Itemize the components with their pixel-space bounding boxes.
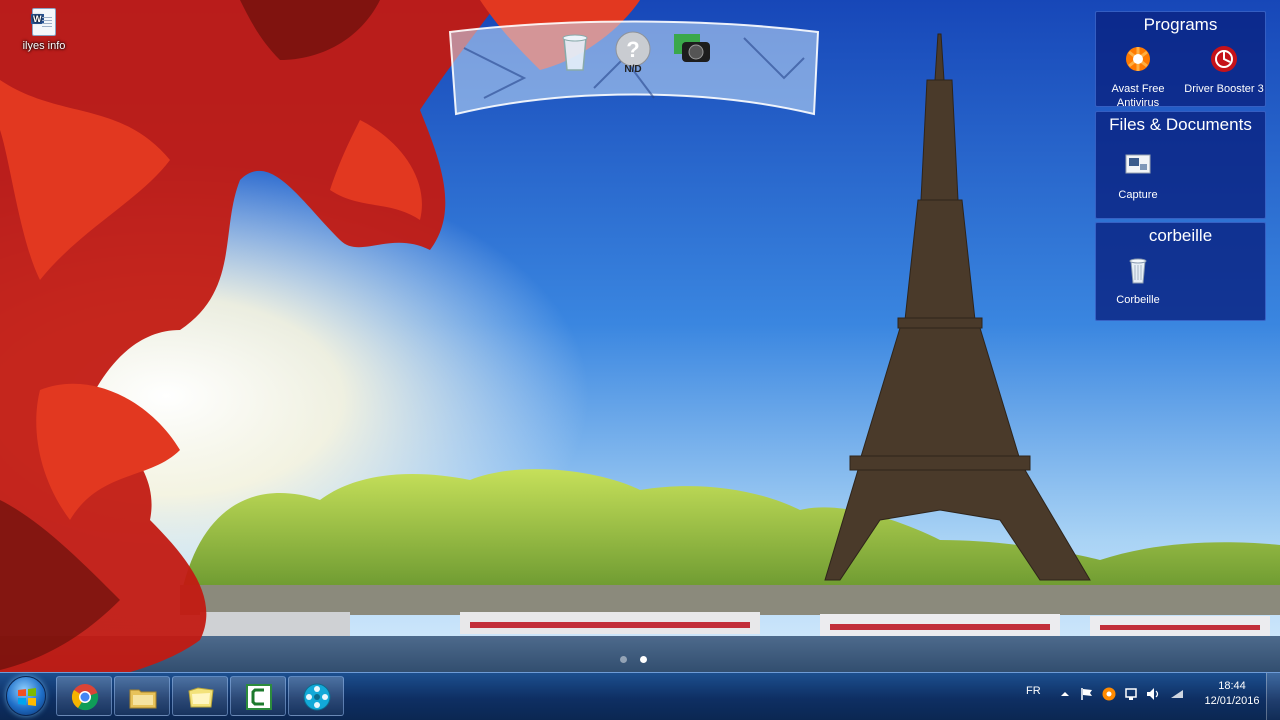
camtasia-icon xyxy=(246,684,272,710)
start-button[interactable] xyxy=(6,676,46,716)
folder-icon xyxy=(129,689,157,709)
network-icon[interactable] xyxy=(1124,687,1138,701)
fence-item-label: Capture xyxy=(1118,189,1158,201)
image-file-icon xyxy=(1125,154,1151,174)
clock-time: 18:44 xyxy=(1218,680,1246,692)
avast-icon xyxy=(1126,47,1150,71)
taskbar-camtasia[interactable] xyxy=(230,676,286,716)
taskbar-explorer[interactable] xyxy=(114,676,170,716)
fence-item-label: Corbeille xyxy=(1116,294,1160,306)
desktop-file-label: ilyes info xyxy=(22,40,66,52)
language-indicator[interactable]: FR xyxy=(1026,685,1041,697)
windows-logo-icon xyxy=(18,688,36,706)
wallpaper-page-dot-2[interactable] xyxy=(640,656,647,663)
film-reel-icon xyxy=(303,683,331,711)
show-desktop-button[interactable] xyxy=(1266,673,1280,720)
driver-booster-icon xyxy=(1211,46,1237,72)
recycle-bin-icon xyxy=(562,34,588,71)
dock-item-label: N/D xyxy=(624,64,642,75)
fence-title: Files & Documents xyxy=(1109,115,1252,134)
fence-item-avast[interactable]: Avast Free Antivirus xyxy=(1096,44,1180,110)
folder-yellow-icon xyxy=(188,687,214,708)
fence-item-capture[interactable]: Capture xyxy=(1096,150,1180,202)
desktop-file-ilyes-info[interactable]: ilyes info xyxy=(12,8,76,52)
action-center-flag-icon[interactable] xyxy=(1080,687,1094,701)
fence-item-driver-booster[interactable]: Driver Booster 3 xyxy=(1182,44,1266,96)
fence-item-label: Avast Free Antivirus xyxy=(1111,83,1165,109)
fence-title: Programs xyxy=(1143,15,1218,34)
system-tray: FR 18:44 12/01/2016 xyxy=(1010,673,1280,720)
word-document-icon xyxy=(31,8,56,36)
recycle-bin-icon xyxy=(1129,258,1147,284)
fence-item-corbeille[interactable]: Corbeille xyxy=(1096,255,1180,307)
clock-date: 12/01/2016 xyxy=(1204,695,1260,707)
fence-title: corbeille xyxy=(1148,226,1213,245)
fence-files-documents: Files & Documents Capture xyxy=(1095,111,1266,219)
dock-camera[interactable] xyxy=(670,28,716,82)
taskbar: FR 18:44 12/01/2016 xyxy=(0,672,1280,720)
svg-text:?: ? xyxy=(626,37,639,62)
fence-corbeille: corbeille Corbeille xyxy=(1095,222,1266,321)
show-hidden-icons-icon[interactable] xyxy=(1058,687,1072,701)
fence-programs: Programs Avast Free Antivirus Driver Boo… xyxy=(1095,11,1266,110)
chrome-icon xyxy=(71,684,99,711)
taskbar-clock[interactable]: 18:44 12/01/2016 xyxy=(1200,679,1264,709)
wallpaper-page-dot-1[interactable] xyxy=(620,656,627,663)
camera-icon xyxy=(674,34,710,62)
fence-item-label: Driver Booster 3 xyxy=(1184,83,1264,95)
volume-icon[interactable] xyxy=(1146,687,1160,701)
taskbar-chrome[interactable] xyxy=(56,676,112,716)
avast-tray-icon[interactable] xyxy=(1102,687,1116,701)
taskbar-folder[interactable] xyxy=(172,676,228,716)
dock-recycle-bin[interactable] xyxy=(552,28,598,82)
dock-unknown-item[interactable]: ? N/D xyxy=(610,28,656,82)
volume-level-icon xyxy=(1171,690,1183,698)
taskbar-media-player[interactable] xyxy=(288,676,344,716)
dock-gadget: ? N/D xyxy=(444,18,824,120)
